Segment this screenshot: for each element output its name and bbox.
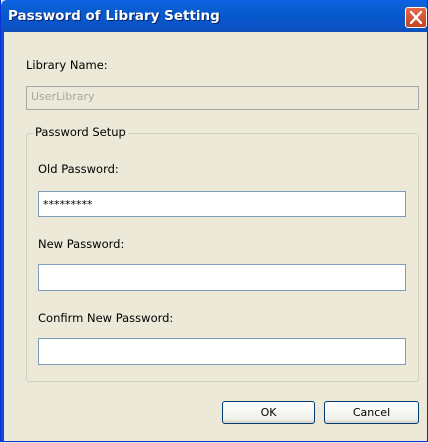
close-icon <box>410 11 422 24</box>
old-password-label: Old Password: <box>38 162 119 176</box>
dialog-window: Password of Library Setting Library Name… <box>0 0 428 442</box>
ok-button[interactable]: OK <box>222 401 315 424</box>
library-name-label: Library Name: <box>26 58 108 72</box>
confirm-password-label: Confirm New Password: <box>38 311 174 325</box>
window-left-border <box>1 32 4 441</box>
old-password-field[interactable] <box>38 191 406 217</box>
new-password-label: New Password: <box>38 237 125 251</box>
library-name-field: UserLibrary <box>26 86 419 110</box>
password-setup-title: Password Setup <box>33 125 128 139</box>
cancel-button[interactable]: Cancel <box>324 401 419 424</box>
window-title: Password of Library Setting <box>8 8 220 24</box>
confirm-password-field[interactable] <box>38 338 406 365</box>
close-button[interactable] <box>405 7 427 28</box>
title-bar[interactable]: Password of Library Setting <box>1 0 427 32</box>
new-password-field[interactable] <box>38 264 406 291</box>
